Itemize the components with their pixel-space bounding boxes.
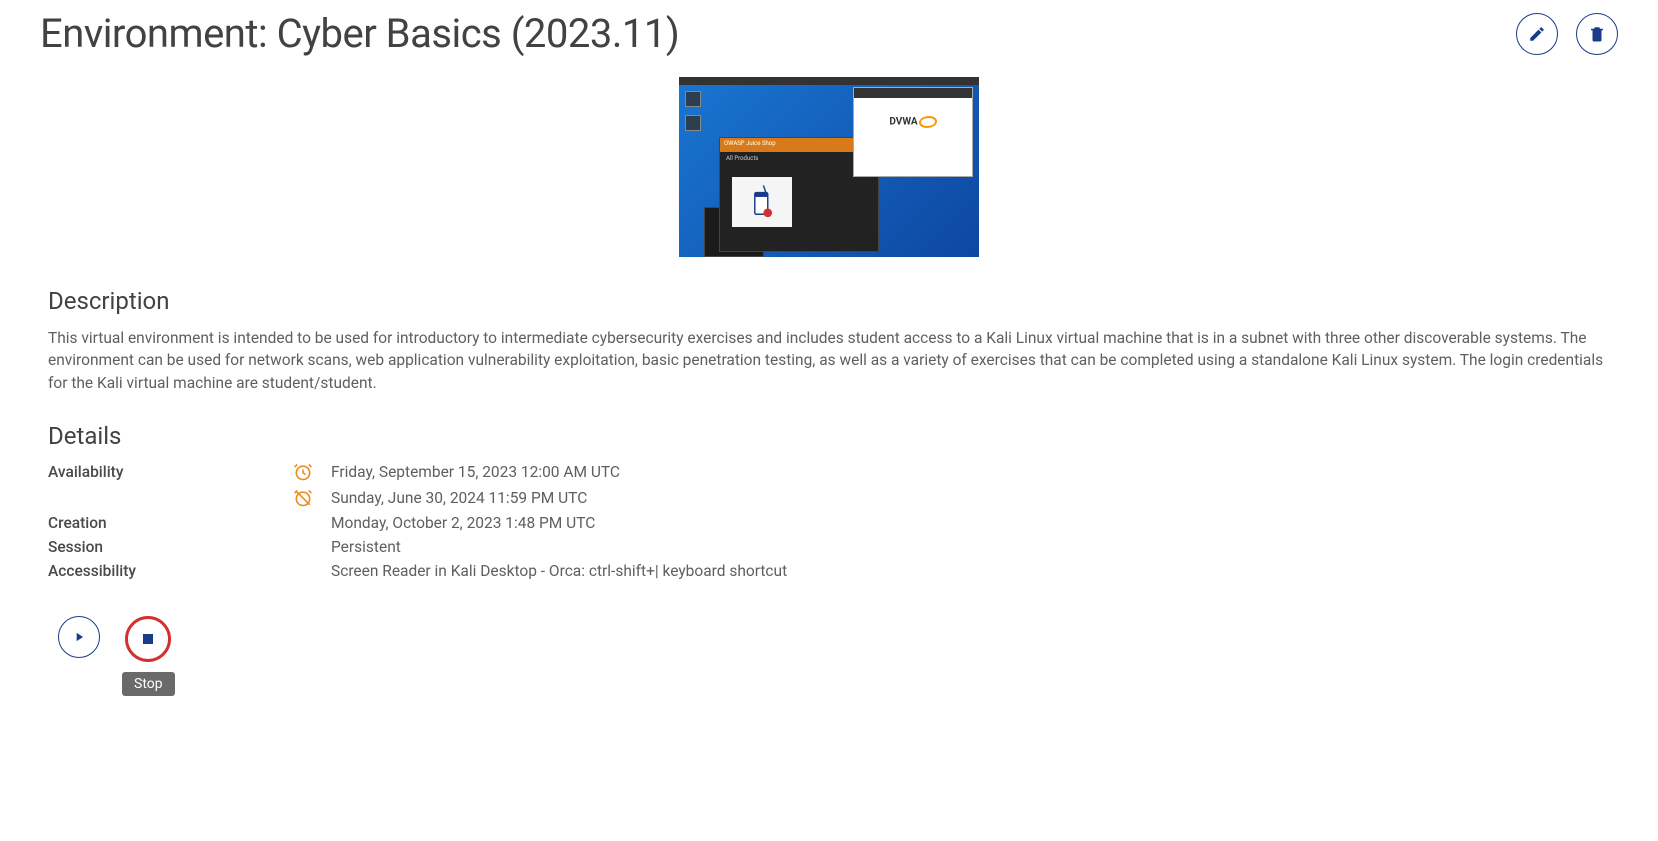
- environment-thumbnail-wrap: OWASP Juice Shop All Products DVWA: [40, 77, 1618, 257]
- creation-value: Monday, October 2, 2023 1:48 PM UTC: [331, 514, 1618, 532]
- description-heading: Description: [48, 287, 1618, 315]
- accessibility-value: Screen Reader in Kali Desktop - Orca: ct…: [331, 562, 1618, 580]
- stop-tooltip: Stop: [122, 672, 175, 696]
- availability-label: Availability: [48, 463, 293, 481]
- play-button[interactable]: [58, 616, 100, 658]
- environment-controls: Stop: [58, 616, 1618, 696]
- details-grid: Availability Friday, September 15, 2023 …: [48, 462, 1618, 580]
- environment-thumbnail: OWASP Juice Shop All Products DVWA: [679, 77, 979, 257]
- description-body: This virtual environment is intended to …: [48, 327, 1618, 394]
- delete-button[interactable]: [1576, 13, 1618, 55]
- creation-label: Creation: [48, 514, 293, 532]
- header-actions: [1516, 13, 1618, 55]
- trash-icon: [1588, 25, 1606, 43]
- page-header: Environment: Cyber Basics (2023.11): [40, 10, 1618, 57]
- pencil-icon: [1528, 25, 1546, 43]
- stop-button[interactable]: [125, 616, 171, 662]
- alarm-off-icon: [293, 488, 331, 508]
- accessibility-label: Accessibility: [48, 562, 293, 580]
- alarm-on-icon: [293, 462, 331, 482]
- availability-start: Friday, September 15, 2023 12:00 AM UTC: [331, 463, 1618, 481]
- play-icon: [72, 630, 86, 644]
- stop-icon: [143, 634, 153, 644]
- session-label: Session: [48, 538, 293, 556]
- dvwa-logo: DVWA: [854, 116, 972, 128]
- page-title: Environment: Cyber Basics (2023.11): [40, 10, 679, 57]
- session-value: Persistent: [331, 538, 1618, 556]
- availability-end: Sunday, June 30, 2024 11:59 PM UTC: [331, 489, 1618, 507]
- edit-button[interactable]: [1516, 13, 1558, 55]
- details-heading: Details: [48, 422, 1618, 450]
